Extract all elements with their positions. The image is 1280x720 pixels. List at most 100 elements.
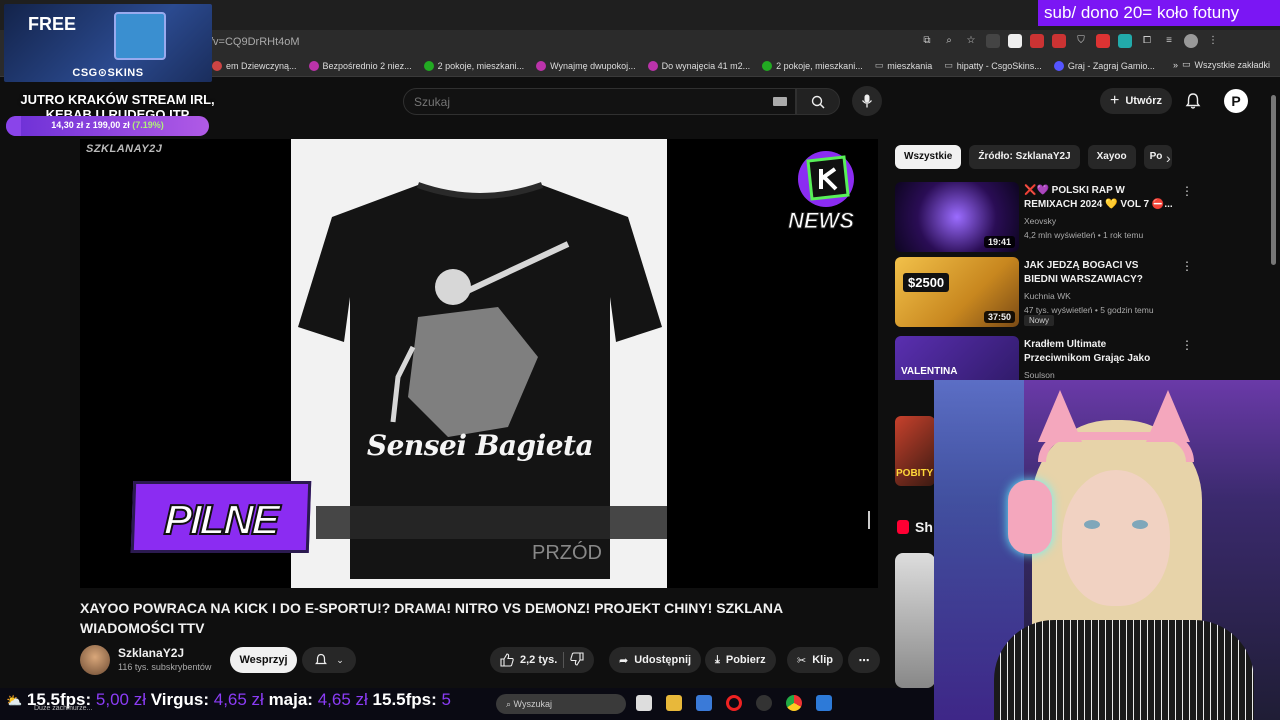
recommendation-title[interactable]: JAK JEDZĄ BOGACI VS BIEDNI WARSZAWIACY? <box>1024 259 1174 287</box>
url-text[interactable]: /v=CQ9DrRHt4oM <box>210 36 300 48</box>
notifications-bell-icon[interactable] <box>1184 92 1202 110</box>
donor-name: 15.5fps: <box>372 690 437 709</box>
search-input[interactable] <box>404 89 734 114</box>
search-box[interactable] <box>403 88 796 115</box>
goal-percent: (7.19%) <box>132 120 164 130</box>
taskbar-search[interactable]: ⌕ Wyszukaj <box>496 694 626 714</box>
recommendation-channel[interactable]: Soulson <box>1024 370 1055 380</box>
recommendation-meta: 47 tys. wyświetleń • 5 godzin temu <box>1024 305 1154 315</box>
install-icon[interactable]: ⧉ <box>920 34 934 48</box>
webcam-feed <box>934 380 1280 720</box>
duration-badge: 19:41 <box>983 236 1015 248</box>
account-avatar[interactable]: P <box>1224 89 1248 113</box>
extension-icon[interactable] <box>1052 34 1066 48</box>
store-icon[interactable] <box>696 695 712 711</box>
chip-xayoo[interactable]: Xayoo <box>1087 145 1136 169</box>
recommendation-item[interactable]: 19:41 ❌💜 POLSKI RAP W REMIXACH 2024 💛 VO… <box>895 182 1195 252</box>
subscription-bell-button[interactable]: ⌄ <box>302 647 356 673</box>
all-bookmarks[interactable]: » ▭ Wszystkie zakładki <box>1173 59 1270 70</box>
screen: /v=CQ9DrRHt4oM ⧉ ⌕ ☆ ⛉ ⧠ ≡ ⋮ em Dziewczy… <box>0 0 1280 720</box>
like-button[interactable]: 2,2 tys. <box>500 653 557 667</box>
opera-icon[interactable] <box>726 695 742 711</box>
video-thumbnail[interactable]: VALENTINA <box>895 336 1019 380</box>
bookmark-item[interactable]: em Dziewczyną... <box>212 60 297 71</box>
chevron-double-right-icon[interactable]: » <box>1173 60 1178 70</box>
shirt-print-text: Sensei Bagieta <box>366 429 594 462</box>
bookmark-item[interactable]: Bezpośrednio 2 niez... <box>308 60 412 71</box>
support-button[interactable]: Wesprzyj <box>230 647 297 673</box>
menu-icon[interactable]: ≡ <box>1162 34 1176 48</box>
extension-icon[interactable] <box>1008 34 1022 48</box>
create-button[interactable]: + Utwórz <box>1100 88 1172 114</box>
dislike-button[interactable] <box>570 651 584 669</box>
cat-ear-right <box>1146 390 1190 442</box>
extension-icon[interactable] <box>1096 34 1110 48</box>
chrome-icon[interactable] <box>786 695 802 711</box>
steam-icon[interactable] <box>756 695 772 711</box>
star-icon[interactable]: ☆ <box>964 34 978 48</box>
search-button[interactable] <box>796 88 840 115</box>
shield-icon[interactable]: ⛉ <box>1074 34 1088 48</box>
extension-icon[interactable] <box>1118 34 1132 48</box>
zoom-icon[interactable]: ⌕ <box>942 34 956 48</box>
download-button[interactable]: ⤓ Pobierz <box>705 647 776 673</box>
video-thumbnail[interactable]: 19:41 <box>895 182 1019 252</box>
more-actions-button[interactable]: ⋯ <box>848 647 880 673</box>
extension-icons: ⧉ ⌕ ☆ ⛉ ⧠ ≡ ⋮ <box>920 34 1220 48</box>
shorts-label: Sh <box>915 519 933 535</box>
kebab-menu-icon[interactable]: ⋮ <box>1206 34 1220 48</box>
kebab-menu-icon[interactable]: ⋮ <box>1181 338 1193 352</box>
chip-all[interactable]: Wszystkie <box>895 145 962 169</box>
chip-source[interactable]: Źródło: SzklanaY2J <box>969 145 1080 169</box>
bookmark-label: em Dziewczyną... <box>226 60 297 71</box>
chevron-right-icon[interactable]: › <box>1166 150 1171 166</box>
bookmark-item[interactable]: ▭ hipatty - CsgoSkins... <box>944 60 1042 71</box>
bookmark-label: Graj - Zagraj Gamio... <box>1067 60 1155 71</box>
folder-icon: ▭ <box>944 60 953 70</box>
recommendation-title[interactable]: ❌💜 POLSKI RAP W REMIXACH 2024 💛 VOL 7 ⛔.… <box>1024 184 1174 212</box>
thumbs-down-icon <box>570 651 584 666</box>
bookmark-item[interactable]: 2 pokoje, mieszkani... <box>762 60 863 71</box>
bookmark-label: Do wynajęcia 41 m2... <box>661 60 751 71</box>
keyboard-icon[interactable] <box>773 97 787 106</box>
bookmark-item[interactable]: 2 pokoje, mieszkani... <box>423 60 525 71</box>
clip-button[interactable]: ✂ Klip <box>787 647 843 673</box>
short-thumbnail[interactable] <box>895 553 935 688</box>
cat-ear-left <box>1038 390 1082 442</box>
task-view-icon[interactable] <box>636 695 652 711</box>
video-thumbnail[interactable]: POBITY <box>895 416 935 486</box>
profile-icon[interactable] <box>1184 34 1198 48</box>
scrollbar-thumb[interactable] <box>1271 95 1276 265</box>
bookmark-item[interactable]: Wynajmę dwupokoj... <box>536 60 636 71</box>
app-icon[interactable] <box>816 695 832 711</box>
video-thumbnail[interactable]: $2500 37:50 <box>895 257 1019 327</box>
video-player[interactable]: Sensei Bagieta SZKLANAY2J NEWS PILNE PRZ… <box>80 139 878 588</box>
channel-name[interactable]: SzklanaY2J <box>118 646 184 660</box>
kebab-menu-icon[interactable]: ⋮ <box>1181 259 1193 273</box>
bookmark-favicon-icon <box>647 60 658 71</box>
seek-marker[interactable] <box>868 511 870 529</box>
bookmark-label: 2 pokoje, mieszkani... <box>437 60 525 71</box>
recommendation-item[interactable]: $2500 37:50 JAK JEDZĄ BOGACI VS BIEDNI W… <box>895 257 1195 327</box>
bookmark-item[interactable]: ▭ mieszkania <box>875 60 933 71</box>
bookmark-favicon-icon <box>1053 60 1064 71</box>
caption-text: PRZÓD <box>532 542 602 564</box>
bookmark-item[interactable]: Graj - Zagraj Gamio... <box>1053 60 1155 71</box>
channel-avatar[interactable] <box>80 645 110 675</box>
search-icon: ⌕ <box>506 699 514 709</box>
recommendation-channel[interactable]: Xeovsky <box>1024 216 1056 226</box>
thumbnail-text: POBITY <box>896 468 934 479</box>
puzzle-icon[interactable]: ⧠ <box>1140 34 1154 48</box>
voice-search-button[interactable] <box>852 86 882 116</box>
recommendation-item[interactable]: VALENTINA Kradłem Ultimate Przeciwnikom … <box>895 336 1195 380</box>
share-button[interactable]: ➦ Udostępnij <box>609 647 702 673</box>
bookmark-item[interactable]: Do wynajęcia 41 m2... <box>647 60 751 71</box>
kebab-menu-icon[interactable]: ⋮ <box>1181 184 1193 198</box>
extension-icon[interactable] <box>986 34 1000 48</box>
k-logo-icon <box>798 151 854 207</box>
extension-icon[interactable] <box>1030 34 1044 48</box>
file-explorer-icon[interactable] <box>666 695 682 711</box>
recommendation-channel[interactable]: Kuchnia WK <box>1024 291 1071 301</box>
share-label: Udostępnij <box>634 654 692 666</box>
recommendation-title[interactable]: Kradłem Ultimate Przeciwnikom Grając Jak… <box>1024 338 1174 366</box>
